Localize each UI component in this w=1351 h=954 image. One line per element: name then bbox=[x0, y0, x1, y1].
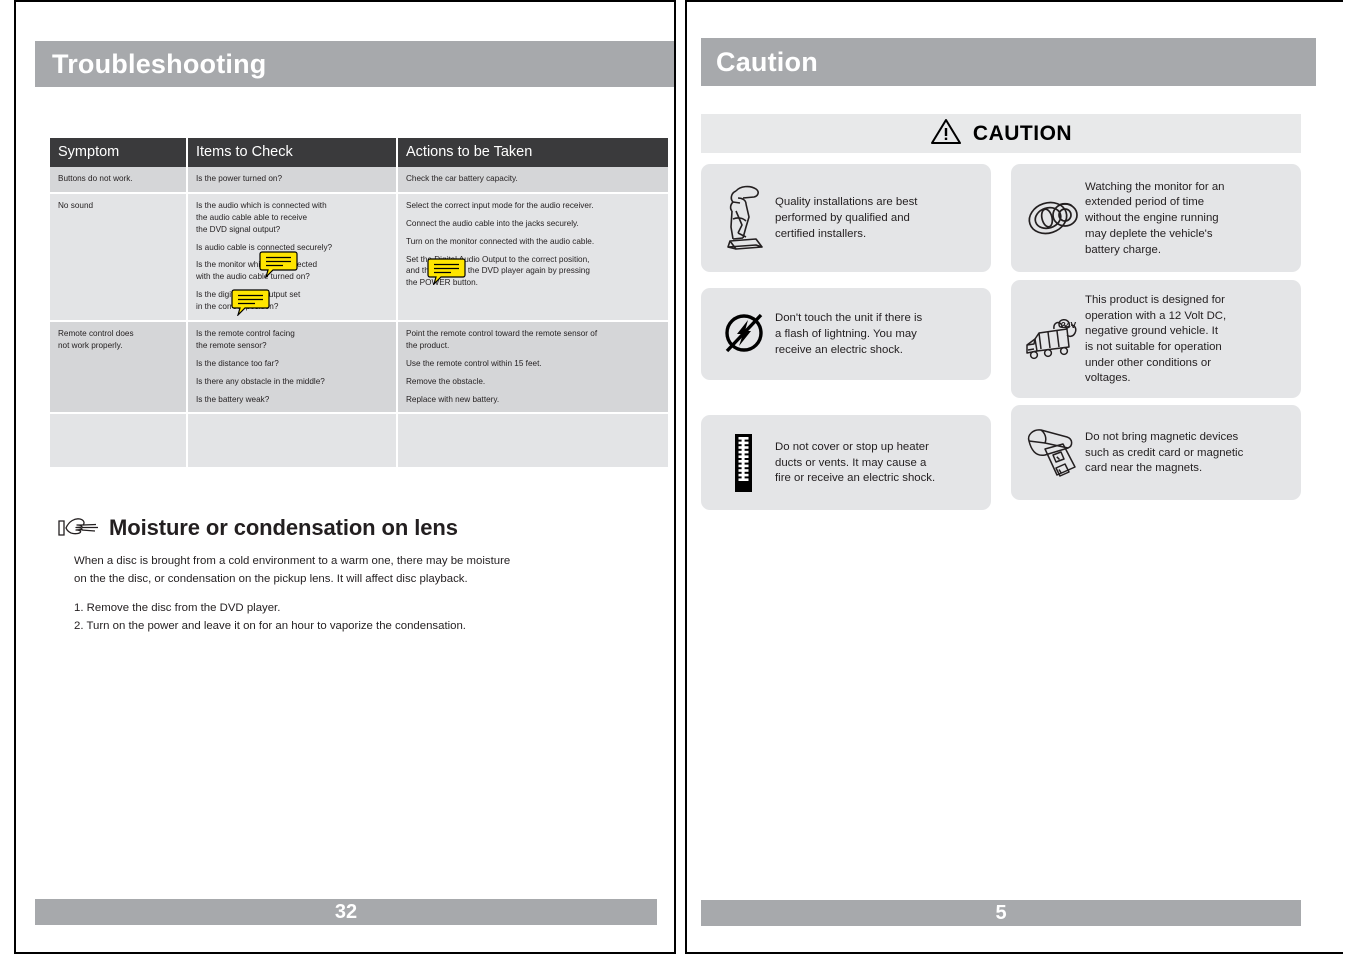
moisture-paragraph-line: on the the disc, or condensation on the … bbox=[74, 572, 468, 585]
truck-24v-icon: 24V bbox=[1023, 311, 1085, 367]
installer-person-icon bbox=[713, 181, 775, 255]
cell-symptom: No sound bbox=[50, 192, 188, 323]
cell-items: Is the power turned on? bbox=[187, 167, 398, 194]
cell-actions: Point the remote control toward the remo… bbox=[397, 321, 668, 415]
moisture-step: 2. Turn on the power and leave it on for… bbox=[74, 620, 466, 633]
left-page-number: 32 bbox=[334, 900, 358, 923]
battery-discharge-icon bbox=[1023, 194, 1085, 242]
table-row-empty bbox=[50, 413, 668, 470]
moisture-section-body: When a disc is brought from a cold envir… bbox=[74, 553, 644, 636]
table-body: Buttons do not work. Is the power turned… bbox=[50, 167, 668, 470]
caution-banner: CAUTION bbox=[701, 114, 1301, 153]
magnetic-card-icon bbox=[1023, 423, 1085, 483]
column-header-actions: Actions to be Taken bbox=[397, 138, 668, 167]
caution-card: 24V This product is designed for operati… bbox=[1011, 280, 1301, 398]
caution-card-text: Quality installations are best performed… bbox=[775, 196, 918, 240]
column-header-items-to-check: Items to Check bbox=[187, 138, 398, 167]
right-chapter-banner: Caution bbox=[701, 38, 1316, 86]
moisture-section-title: Moisture or condensation on lens bbox=[109, 515, 458, 540]
left-page-footer: 32 bbox=[35, 899, 657, 925]
manual-page-spread: Troubleshooting Symptom Items to Check A… bbox=[0, 0, 1351, 954]
caution-card-text: Watching the monitor for an extended per… bbox=[1085, 180, 1225, 256]
caution-card: Watching the monitor for an extended per… bbox=[1011, 164, 1301, 272]
table-row: No sound Is the audio which is connected… bbox=[50, 192, 668, 323]
moisture-step: 1. Remove the disc from the DVD player. bbox=[74, 602, 281, 615]
caution-card-text: Don't touch the unit if there is a flash… bbox=[775, 312, 923, 356]
table-row: Buttons do not work. Is the power turned… bbox=[50, 167, 668, 194]
column-header-symptom: Symptom bbox=[50, 138, 188, 167]
cell-items: Is the remote control facing the remote … bbox=[187, 321, 398, 415]
warning-triangle-icon bbox=[930, 118, 962, 150]
right-chapter-title: Caution bbox=[716, 46, 818, 77]
comment-bubble-annotation[interactable] bbox=[427, 258, 466, 285]
cell-symptom bbox=[50, 413, 188, 470]
svg-text:24V: 24V bbox=[1061, 320, 1076, 330]
right-page: Caution CAUTION Quality installations ar… bbox=[685, 0, 1343, 954]
caution-card-text: Do not bring magnetic devices such as cr… bbox=[1085, 430, 1244, 475]
caution-card-text: Do not cover or stop up heater ducts or … bbox=[775, 440, 936, 485]
cell-actions bbox=[397, 413, 668, 470]
caution-card: Quality installations are best performed… bbox=[701, 164, 991, 272]
cell-actions: Check the car battery capacity. bbox=[397, 167, 668, 194]
cell-actions: Select the correct input mode for the au… bbox=[397, 192, 668, 323]
table-row: Remote control does not work properly. I… bbox=[50, 321, 668, 415]
no-lightning-icon bbox=[713, 308, 775, 360]
pointing-hand-icon bbox=[58, 517, 100, 539]
caution-card-text: This product is designed for operation w… bbox=[1085, 293, 1227, 385]
caution-card: Don't touch the unit if there is a flash… bbox=[701, 288, 991, 380]
caution-card: Do not cover or stop up heater ducts or … bbox=[701, 415, 991, 510]
left-chapter-banner: Troubleshooting bbox=[35, 41, 674, 87]
comment-bubble-annotation[interactable] bbox=[259, 251, 298, 278]
cell-items bbox=[187, 413, 398, 470]
heater-vent-icon bbox=[713, 432, 775, 494]
caution-card-grid: Quality installations are best performed… bbox=[701, 164, 1301, 510]
caution-card: Do not bring magnetic devices such as cr… bbox=[1011, 405, 1301, 500]
right-page-number: 5 bbox=[995, 901, 1007, 924]
table-header-row: Symptom Items to Check Actions to be Tak… bbox=[50, 138, 668, 167]
comment-bubble-annotation[interactable] bbox=[231, 289, 270, 316]
left-page: Troubleshooting Symptom Items to Check A… bbox=[14, 0, 676, 954]
troubleshooting-table: Symptom Items to Check Actions to be Tak… bbox=[50, 138, 668, 470]
moisture-section-heading: Moisture or condensation on lens bbox=[58, 515, 458, 541]
moisture-paragraph-line: When a disc is brought from a cold envir… bbox=[74, 555, 511, 567]
right-page-footer: 5 bbox=[701, 900, 1301, 926]
cell-symptom: Remote control does not work properly. bbox=[50, 321, 188, 415]
cell-symptom: Buttons do not work. bbox=[50, 167, 188, 194]
left-chapter-title: Troubleshooting bbox=[52, 48, 267, 79]
caution-banner-label: CAUTION bbox=[972, 121, 1073, 145]
